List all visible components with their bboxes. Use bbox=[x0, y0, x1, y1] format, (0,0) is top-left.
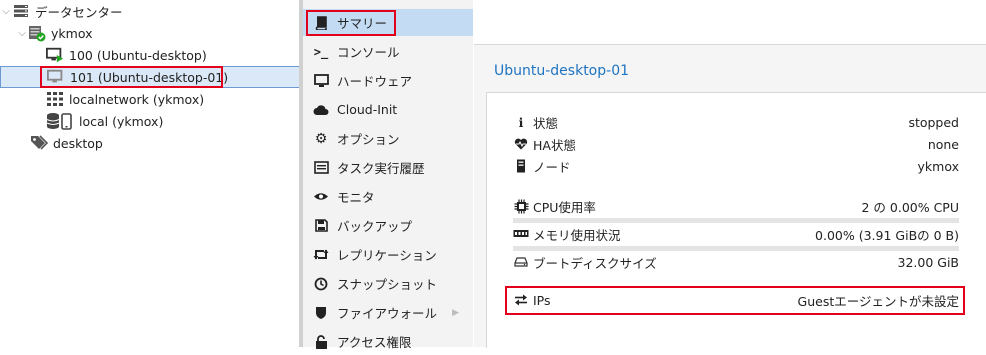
nav-item-firewall[interactable]: ファイアウォール ▶ bbox=[303, 299, 473, 326]
tree-label: 100 (Ubuntu-desktop) bbox=[69, 47, 207, 63]
tree-item-vm-101[interactable]: 101 (Ubuntu-desktop-01) bbox=[0, 66, 345, 88]
nav-item-backup[interactable]: バックアップ bbox=[303, 212, 473, 239]
memory-icon bbox=[513, 229, 529, 239]
vm-nav-menu: サマリー >_ コンソール ハードウェア Cloud-Init ⚙ オプション … bbox=[303, 0, 473, 350]
disk-row: ブートディスクサイズ 32.00 GiB bbox=[513, 252, 959, 272]
shield-icon bbox=[313, 305, 329, 321]
ips-value: Guestエージェントが未設定 bbox=[797, 293, 959, 309]
node-online-icon bbox=[28, 24, 46, 42]
memory-row: メモリ使用状況 0.00% (3.91 GiBの 0 B) bbox=[513, 224, 959, 244]
nav-item-hardware[interactable]: ハードウェア bbox=[303, 67, 473, 94]
nav-item-monitor[interactable]: モニタ bbox=[303, 183, 473, 210]
server-icon bbox=[513, 159, 529, 173]
tree-item-tag[interactable]: desktop bbox=[0, 132, 329, 154]
terminal-icon: >_ bbox=[313, 44, 329, 59]
nav-item-cloudinit[interactable]: Cloud-Init bbox=[303, 96, 473, 123]
tree-label: 101 (Ubuntu-desktop-01) bbox=[70, 69, 229, 85]
tree-item-datacenter[interactable]: ⌵ データセンター bbox=[0, 0, 299, 22]
tree-item-node[interactable]: ⌵ ykmox bbox=[0, 22, 315, 44]
memory-usage-bar bbox=[513, 246, 959, 251]
tree-item-storage[interactable]: local (ykmox) bbox=[0, 110, 345, 132]
memory-value: 0.00% (3.91 GiBの 0 B) bbox=[815, 227, 959, 243]
exchange-icon bbox=[513, 294, 529, 306]
cloud-icon bbox=[313, 102, 329, 118]
vm-running-icon bbox=[46, 46, 64, 64]
book-icon bbox=[313, 15, 329, 31]
grid-icon bbox=[46, 90, 64, 108]
tree-label: local (ykmox) bbox=[79, 113, 164, 129]
ips-row: IPs Guestエージェントが未設定 bbox=[513, 290, 959, 310]
content-area: Ubuntu-desktop-01 i 状態 stopped HA状態 none … bbox=[474, 0, 986, 348]
list-icon bbox=[313, 160, 329, 176]
disk-value: 32.00 GiB bbox=[897, 254, 960, 270]
ha-row: HA状態 none bbox=[513, 134, 959, 154]
heartbeat-icon bbox=[513, 138, 529, 150]
cpu-value: 2 の 0.00% CPU bbox=[861, 199, 960, 215]
node-row: ノード ykmox bbox=[513, 156, 959, 176]
status-value: stopped bbox=[908, 114, 959, 130]
nav-item-permissions[interactable]: アクセス権限 bbox=[303, 328, 473, 355]
tree-label: データセンター bbox=[35, 4, 123, 20]
resource-tree: ⌵ データセンター ⌵ ykmox 100 (Ubuntu-desktop) 1… bbox=[0, 0, 345, 347]
content-toolbar bbox=[474, 0, 986, 45]
floppy-icon bbox=[313, 218, 329, 234]
status-panel: i 状態 stopped HA状態 none ノード ykmox CPU使用率 2… bbox=[486, 92, 986, 348]
ha-value: none bbox=[927, 136, 959, 152]
node-value: ykmox bbox=[917, 158, 959, 174]
cpu-usage-bar bbox=[513, 218, 959, 223]
cpu-icon bbox=[513, 199, 529, 214]
nav-item-console[interactable]: >_ コンソール bbox=[303, 38, 473, 65]
eye-icon bbox=[313, 189, 329, 205]
tree-label: ykmox bbox=[51, 25, 93, 41]
expand-arrow-icon[interactable]: ▶ bbox=[452, 308, 459, 318]
nav-item-replication[interactable]: レプリケーション bbox=[303, 241, 473, 268]
nav-item-task-history[interactable]: タスク実行履歴 bbox=[303, 154, 473, 181]
panel-title: Ubuntu-desktop-01 bbox=[494, 63, 630, 79]
history-icon bbox=[313, 276, 329, 292]
unlock-icon bbox=[313, 334, 329, 350]
tree-item-vm-100[interactable]: 100 (Ubuntu-desktop) bbox=[0, 44, 345, 66]
tree-label: localnetwork (ykmox) bbox=[69, 91, 205, 107]
retweet-icon bbox=[313, 247, 329, 263]
nav-item-options[interactable]: ⚙ オプション bbox=[303, 125, 473, 152]
nav-item-snapshot[interactable]: スナップショット bbox=[303, 270, 473, 297]
vm-stopped-icon bbox=[47, 68, 65, 86]
tree-item-network[interactable]: localnetwork (ykmox) bbox=[0, 88, 345, 110]
chevron-down-icon[interactable]: ⌵ bbox=[0, 6, 12, 17]
hdd-icon bbox=[513, 257, 529, 267]
database-icon bbox=[46, 112, 74, 130]
chevron-down-icon[interactable]: ⌵ bbox=[16, 28, 28, 39]
info-icon: i bbox=[518, 114, 524, 130]
monitor-icon bbox=[313, 73, 329, 89]
tags-icon bbox=[30, 134, 48, 152]
tree-label: desktop bbox=[53, 135, 103, 151]
server-icon bbox=[12, 2, 30, 20]
gear-icon: ⚙ bbox=[314, 130, 328, 147]
nav-item-summary[interactable]: サマリー bbox=[303, 9, 473, 36]
status-row: i 状態 stopped bbox=[513, 112, 959, 132]
cpu-row: CPU使用率 2 の 0.00% CPU bbox=[513, 196, 959, 216]
